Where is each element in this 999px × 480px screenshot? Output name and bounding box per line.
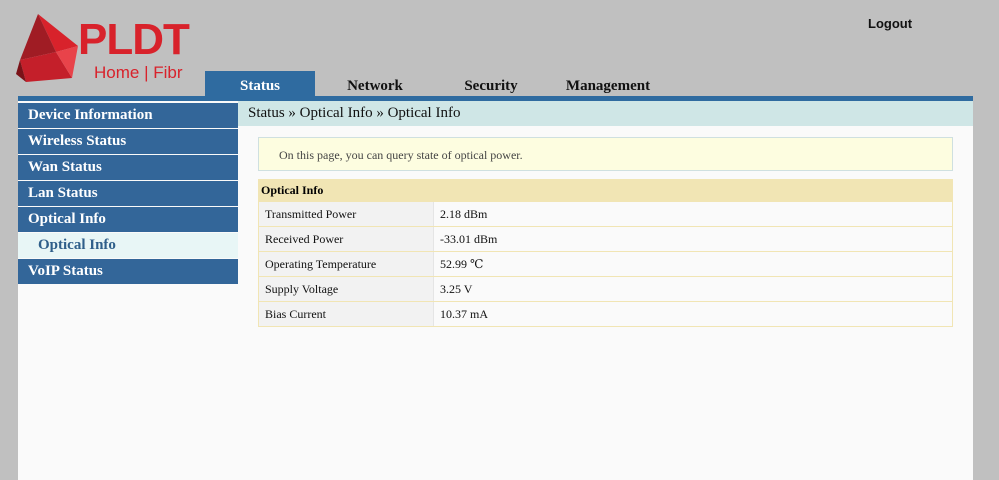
table-row: Bias Current 10.37 mA: [258, 301, 953, 327]
sidebar-item-optical-info[interactable]: Optical Info: [18, 207, 238, 232]
sidebar: Device Information Wireless Status Wan S…: [18, 101, 238, 480]
row-value: 2.18 dBm: [433, 201, 953, 227]
sidebar-item-wireless-status[interactable]: Wireless Status: [18, 129, 238, 154]
row-value: -33.01 dBm: [433, 226, 953, 252]
table-row: Transmitted Power 2.18 dBm: [258, 201, 953, 227]
page-notice: On this page, you can query state of opt…: [258, 137, 953, 171]
sidebar-item-device-information[interactable]: Device Information: [18, 103, 238, 128]
sidebar-item-lan-status[interactable]: Lan Status: [18, 181, 238, 206]
tab-security[interactable]: Security: [441, 71, 541, 97]
tab-management[interactable]: Management: [553, 71, 663, 97]
table-row: Received Power -33.01 dBm: [258, 226, 953, 252]
pldt-logo-mark-icon: [16, 14, 78, 82]
router-admin-page: PLDT Home | Fibr Logout Status Network S…: [0, 0, 999, 480]
tab-status[interactable]: Status: [205, 71, 315, 97]
main-content: Status » Optical Info » Optical Info On …: [238, 101, 973, 480]
row-value: 52.99 ℃: [433, 251, 953, 277]
brand-name: PLDT: [78, 15, 190, 64]
tab-network[interactable]: Network: [323, 71, 427, 97]
breadcrumb: Status » Optical Info » Optical Info: [238, 101, 973, 126]
brand-tagline: Home | Fibr: [94, 63, 183, 82]
top-nav: Status Network Security Management: [205, 71, 985, 97]
sidebar-item-voip-status[interactable]: VoIP Status: [18, 259, 238, 284]
pldt-logo: PLDT Home | Fibr: [16, 12, 206, 88]
row-label: Supply Voltage: [258, 276, 434, 302]
row-label: Received Power: [258, 226, 434, 252]
logout-link[interactable]: Logout: [868, 16, 912, 31]
table-header: Optical Info: [258, 179, 953, 202]
optical-info-table: Optical Info Transmitted Power 2.18 dBm …: [258, 179, 953, 327]
table-row: Operating Temperature 52.99 ℃: [258, 251, 953, 277]
row-value: 3.25 V: [433, 276, 953, 302]
row-label: Bias Current: [258, 301, 434, 327]
table-row: Supply Voltage 3.25 V: [258, 276, 953, 302]
sidebar-subitem-optical-info[interactable]: Optical Info: [18, 233, 238, 258]
row-label: Transmitted Power: [258, 201, 434, 227]
row-label: Operating Temperature: [258, 251, 434, 277]
row-value: 10.37 mA: [433, 301, 953, 327]
table-header-row: Optical Info: [258, 179, 953, 202]
sidebar-item-wan-status[interactable]: Wan Status: [18, 155, 238, 180]
